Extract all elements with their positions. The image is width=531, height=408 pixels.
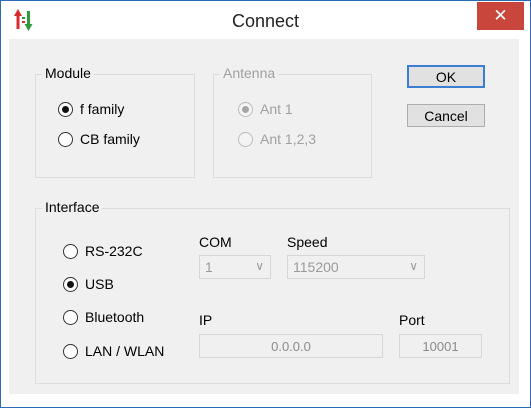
antenna-option-ant123[interactable]: Ant 1,2,3 bbox=[238, 129, 316, 149]
com-label: COM bbox=[199, 234, 232, 250]
ip-label: IP bbox=[199, 312, 213, 328]
antenna-option-ant1[interactable]: Ant 1 bbox=[238, 99, 293, 119]
antenna-group-title: Antenna bbox=[220, 65, 279, 81]
interface-option-rs232c[interactable]: RS-232C bbox=[63, 241, 143, 261]
interface-option-label: RS-232C bbox=[85, 243, 143, 259]
interface-group-title: Interface bbox=[42, 199, 103, 215]
interface-option-usb[interactable]: USB bbox=[63, 274, 114, 294]
ip-field[interactable]: 0.0.0.0 bbox=[199, 334, 383, 358]
radio-button[interactable] bbox=[63, 243, 78, 259]
radio-button[interactable] bbox=[58, 131, 73, 147]
interface-option-label: LAN / WLAN bbox=[85, 343, 165, 359]
close-icon: ✕ bbox=[493, 6, 508, 25]
window-title: Connect bbox=[231, 11, 300, 31]
ok-button[interactable]: OK bbox=[407, 65, 485, 88]
radio-button[interactable] bbox=[238, 101, 253, 117]
module-groupbox: Module f family CB family bbox=[35, 65, 195, 178]
speed-value: 115200 bbox=[293, 259, 339, 275]
module-option-f-family[interactable]: f family bbox=[58, 99, 124, 119]
title-bar: Connect ✕ bbox=[1, 1, 530, 39]
module-option-label: f family bbox=[80, 101, 125, 117]
close-button[interactable]: ✕ bbox=[477, 2, 524, 30]
interface-option-label: Bluetooth bbox=[85, 309, 145, 325]
radio-button[interactable] bbox=[63, 309, 78, 325]
interface-option-bluetooth[interactable]: Bluetooth bbox=[63, 307, 144, 327]
module-option-cb-family[interactable]: CB family bbox=[58, 129, 140, 149]
com-value: 1 bbox=[205, 259, 213, 275]
port-label: Port bbox=[399, 312, 425, 328]
speed-dropdown[interactable]: 115200 ∨ bbox=[287, 255, 425, 279]
chevron-down-icon: ∨ bbox=[409, 259, 418, 273]
port-field[interactable]: 10001 bbox=[399, 334, 482, 358]
dialog-body: Module f family CB family Antenna Ant 1 … bbox=[9, 39, 519, 394]
antenna-option-label: Ant 1 bbox=[260, 101, 293, 117]
connect-dialog: Connect ✕ Module f family CB family Ante… bbox=[0, 0, 531, 408]
interface-option-label: USB bbox=[85, 276, 114, 292]
antenna-groupbox: Antenna Ant 1 Ant 1,2,3 bbox=[213, 65, 372, 178]
module-group-title: Module bbox=[42, 65, 94, 81]
com-dropdown[interactable]: 1 ∨ bbox=[199, 255, 271, 279]
chevron-down-icon: ∨ bbox=[255, 259, 264, 273]
radio-button[interactable] bbox=[63, 343, 78, 359]
antenna-option-label: Ant 1,2,3 bbox=[260, 131, 317, 147]
radio-button[interactable] bbox=[238, 131, 253, 147]
interface-groupbox: Interface RS-232C USB Bluetooth LAN / WL… bbox=[35, 199, 510, 384]
speed-label: Speed bbox=[287, 234, 328, 250]
cancel-button[interactable]: Cancel bbox=[407, 104, 485, 127]
radio-button[interactable] bbox=[58, 101, 73, 117]
interface-option-lan-wlan[interactable]: LAN / WLAN bbox=[63, 341, 164, 361]
radio-button[interactable] bbox=[63, 276, 78, 292]
module-option-label: CB family bbox=[80, 131, 140, 147]
